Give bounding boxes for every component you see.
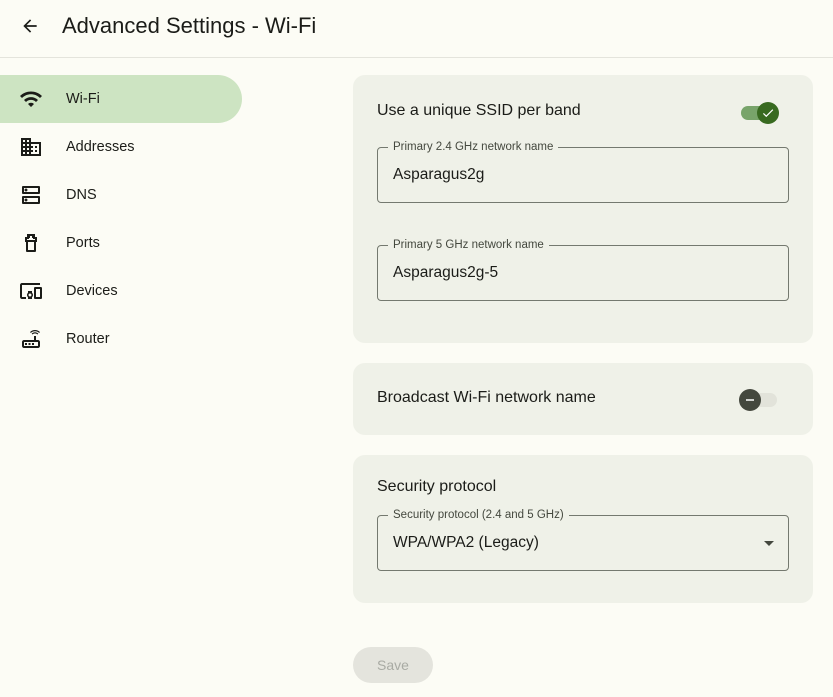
primary-5ghz-field[interactable]: Primary 5 GHz network name [377, 238, 789, 301]
sidebar-item-label: Router [66, 331, 110, 347]
broadcast-toggle[interactable] [739, 389, 777, 411]
building-icon [19, 135, 43, 159]
arrow-back-icon [23, 19, 37, 33]
sidebar-item-label: Devices [66, 283, 118, 299]
security-protocol-select[interactable]: Security protocol (2.4 and 5 GHz) WPA/WP… [377, 508, 789, 571]
sidebar-nav: Wi-Fi Addresses DNS Ports Devices Router [0, 75, 242, 363]
ethernet-port-icon [19, 231, 43, 255]
back-button[interactable] [14, 10, 46, 42]
sidebar-item-label: Ports [66, 235, 100, 251]
router-icon [19, 327, 43, 351]
app-header: Advanced Settings - Wi-Fi [0, 0, 833, 58]
check-icon [762, 109, 774, 118]
primary-24ghz-field[interactable]: Primary 2.4 GHz network name [377, 140, 789, 203]
toggle-knob [757, 102, 779, 124]
security-card: Security protocol Security protocol (2.4… [353, 455, 813, 603]
save-button[interactable]: Save [353, 647, 433, 683]
primary-5ghz-label: Primary 5 GHz network name [388, 238, 549, 252]
sidebar-item-dns[interactable]: DNS [0, 171, 242, 219]
primary-5ghz-input[interactable] [393, 263, 753, 283]
primary-24ghz-label: Primary 2.4 GHz network name [388, 140, 559, 154]
broadcast-card-title: Broadcast Wi-Fi network name [377, 389, 596, 406]
primary-24ghz-input[interactable] [393, 165, 753, 185]
sidebar-item-devices[interactable]: Devices [0, 267, 242, 315]
dns-icon [19, 183, 43, 207]
wifi-icon [19, 87, 43, 111]
security-protocol-label: Security protocol (2.4 and 5 GHz) [388, 508, 569, 522]
devices-icon [19, 279, 43, 303]
unique-ssid-toggle[interactable] [741, 102, 779, 124]
security-card-title: Security protocol [377, 478, 497, 495]
sidebar-item-label: Wi-Fi [66, 91, 100, 107]
sidebar-item-addresses[interactable]: Addresses [0, 123, 242, 171]
page-title: Advanced Settings - Wi-Fi [62, 13, 317, 38]
sidebar-item-router[interactable]: Router [0, 315, 242, 363]
minus-icon [746, 399, 754, 401]
sidebar-item-label: DNS [66, 187, 97, 203]
security-protocol-value: WPA/WPA2 (Legacy) [393, 534, 539, 551]
dropdown-arrow-icon [764, 541, 774, 546]
broadcast-card: Broadcast Wi-Fi network name [353, 363, 813, 435]
toggle-knob [739, 389, 761, 411]
ssid-card-title: Use a unique SSID per band [377, 102, 581, 119]
ssid-card: Use a unique SSID per band Primary 2.4 G… [353, 75, 813, 343]
sidebar-item-label: Addresses [66, 139, 135, 155]
sidebar-item-ports[interactable]: Ports [0, 219, 242, 267]
sidebar-item-wifi[interactable]: Wi-Fi [0, 75, 242, 123]
